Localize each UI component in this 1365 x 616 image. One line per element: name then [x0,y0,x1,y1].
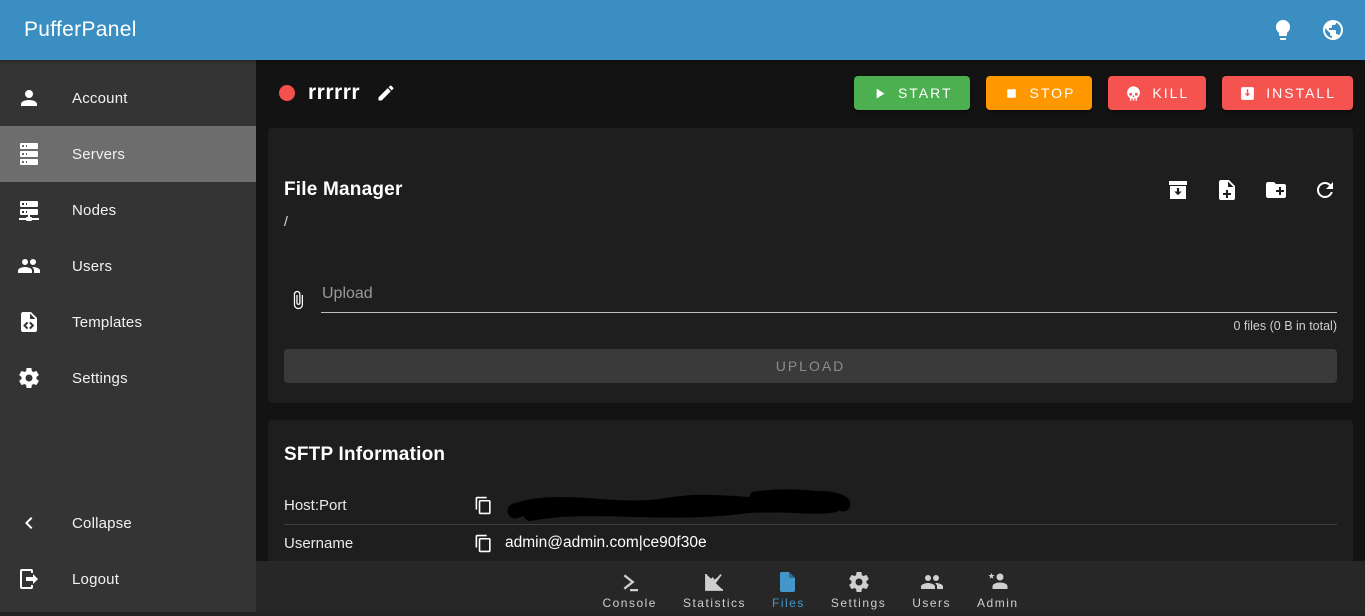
sidebar-item-label: Servers [72,146,125,163]
sidebar-item-label: Nodes [72,202,116,219]
statistics-icon [702,570,726,594]
sftp-host-label: Host:Port [284,497,474,514]
sidebar-collapse-button[interactable]: Collapse [0,495,256,551]
sidebar-item-templates[interactable]: Templates [0,294,256,350]
server-name: rrrrrr [308,81,360,105]
tab-users[interactable]: Users [899,568,964,610]
tab-settings[interactable]: Settings [818,568,899,610]
account-icon [17,86,41,110]
sidebar-item-label: Account [72,90,128,107]
tab-label: Files [772,596,805,610]
start-button-label: START [898,85,953,101]
redaction-scribble [505,489,850,521]
sidebar: Account Servers Nodes Users Templates Se… [0,60,256,616]
install-button-label: INSTALL [1266,85,1336,101]
sidebar-item-settings[interactable]: Settings [0,350,256,406]
settings-icon [847,570,871,594]
download-archive-icon[interactable] [1166,178,1190,202]
tab-label: Settings [831,596,886,610]
nodes-icon [17,198,41,222]
app-header: PufferPanel [0,0,1365,60]
sidebar-item-users[interactable]: Users [0,238,256,294]
new-file-icon[interactable] [1215,178,1239,202]
tab-label: Users [912,596,951,610]
copy-icon[interactable] [474,496,493,515]
console-icon [618,570,642,594]
start-button[interactable]: START [854,76,970,110]
sidebar-item-servers[interactable]: Servers [0,126,256,182]
new-folder-icon[interactable] [1264,178,1288,202]
lightbulb-icon[interactable] [1271,18,1295,42]
play-icon [871,85,888,102]
install-button[interactable]: INSTALL [1222,76,1353,110]
skull-icon [1125,85,1142,102]
sidebar-logout-button[interactable]: Logout [0,551,256,607]
current-path[interactable]: / [284,213,1337,229]
upload-input[interactable] [321,281,1337,313]
sftp-row-host: Host:Port [284,487,1337,524]
sidebar-item-label: Logout [72,571,119,588]
template-icon [17,310,41,334]
copy-icon[interactable] [474,534,493,553]
collapse-icon [17,511,41,535]
file-manager-title: File Manager [284,179,403,201]
server-tabbar: Console Statistics Files Settings Users … [256,561,1365,616]
kill-button-label: KILL [1152,85,1189,101]
files-summary: 0 files (0 B in total) [284,319,1337,333]
sidebar-item-label: Users [72,258,112,275]
sftp-title: SFTP Information [284,444,1337,466]
tab-label: Statistics [683,596,746,610]
users-icon [920,570,944,594]
sidebar-item-nodes[interactable]: Nodes [0,182,256,238]
sftp-username-label: Username [284,535,474,552]
users-icon [17,254,41,278]
edit-server-name-icon[interactable] [376,83,396,103]
settings-icon [17,366,41,390]
stop-button-label: STOP [1030,85,1076,101]
tab-console[interactable]: Console [589,568,670,610]
install-icon [1239,85,1256,102]
logout-icon [17,567,41,591]
sidebar-item-label: Settings [72,370,128,387]
paperclip-icon [288,289,308,311]
globe-icon[interactable] [1321,18,1345,42]
stop-icon [1003,85,1020,102]
refresh-icon[interactable] [1313,178,1337,202]
main-content: rrrrrr START STOP KILL INSTALL File Mana… [256,60,1365,616]
bottom-edge [0,612,1365,616]
tab-files[interactable]: Files [759,568,818,610]
sftp-row-username: Username admin@admin.com|ce90f30e [284,524,1337,561]
sidebar-item-label: Templates [72,314,142,331]
sftp-username-value: admin@admin.com|ce90f30e [505,534,707,552]
tab-label: Admin [977,596,1019,610]
sftp-card: SFTP Information Host:Port Username admi… [268,420,1353,580]
tab-statistics[interactable]: Statistics [670,568,759,610]
sidebar-item-label: Collapse [72,515,132,532]
app-title: PufferPanel [24,18,137,42]
files-icon [776,570,800,594]
servers-icon [17,142,41,166]
upload-button[interactable]: UPLOAD [284,349,1337,383]
admin-icon [986,570,1010,594]
server-header: rrrrrr START STOP KILL INSTALL [256,60,1365,111]
file-manager-card: File Manager / 0 files (0 B in total) UP… [268,128,1353,403]
sidebar-item-account[interactable]: Account [0,70,256,126]
tab-label: Console [602,596,657,610]
stop-button[interactable]: STOP [986,76,1093,110]
tab-admin[interactable]: Admin [964,568,1032,610]
kill-button[interactable]: KILL [1108,76,1206,110]
server-status-dot [279,85,295,101]
